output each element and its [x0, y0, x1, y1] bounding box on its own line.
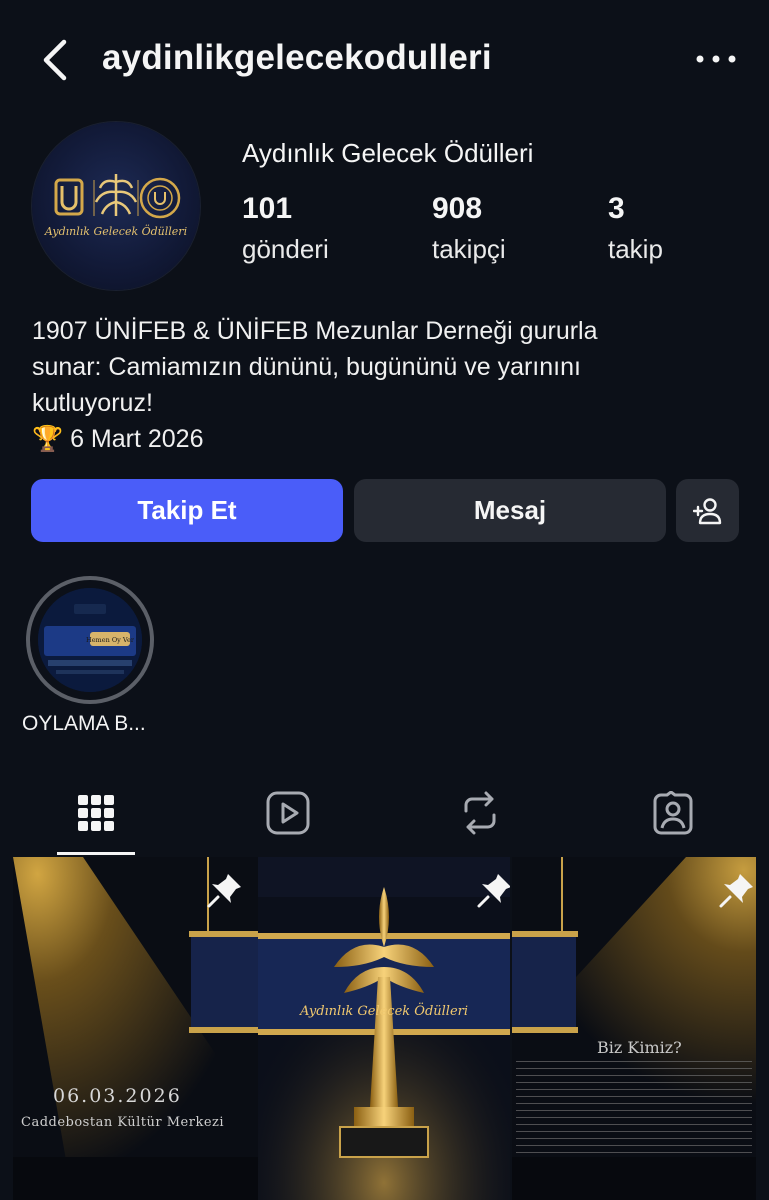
reels-icon [266, 791, 310, 835]
tagged-icon [653, 791, 693, 835]
follow-button[interactable]: Takip Et [31, 479, 343, 542]
avatar-logo: Aydınlık Gelecek Ödülleri [44, 174, 187, 238]
post-body-lines [516, 1055, 752, 1159]
tab-tagged[interactable] [648, 786, 698, 840]
highlight-label: OYLAMA B... [22, 712, 146, 735]
following-label: takip [608, 234, 663, 264]
post-date-text: 06.03.2026 [53, 1085, 182, 1107]
grid-post[interactable]: Biz Kimiz? [512, 857, 756, 1200]
posts-count: 101 [242, 192, 293, 225]
bio-line: 🏆 6 Mart 2026 [32, 425, 204, 453]
add-person-icon [692, 497, 721, 524]
pin-icon [719, 874, 753, 908]
chevron-left-icon[interactable] [38, 38, 78, 82]
grid-icon [78, 795, 114, 831]
top-bar: aydinlikgelecekodulleri [0, 0, 769, 120]
profile-avatar[interactable]: Aydınlık Gelecek Ödülleri [32, 122, 200, 290]
stat-followers[interactable]: 908 takipçi [432, 192, 506, 265]
message-button[interactable]: Mesaj [354, 479, 666, 542]
more-horizontal-icon[interactable] [694, 48, 738, 70]
post-banner-text: Aydınlık Gelecek Ödülleri [299, 1002, 468, 1019]
avatar-caption: Aydınlık Gelecek Ödülleri [44, 224, 187, 238]
stat-posts[interactable]: 101 gönderi [242, 192, 329, 265]
post-image: Aydınlık Gelecek Ödülleri [258, 857, 510, 1200]
bio-line: sunar: Camiamızın dününü, bugününü ve ya… [32, 353, 581, 381]
tab-reels[interactable] [263, 786, 313, 840]
tab-posts-grid[interactable] [71, 786, 121, 840]
profile-display-name: Aydınlık Gelecek Ödülleri [242, 138, 534, 168]
story-highlight[interactable]: Hemen Oy Ver [26, 576, 154, 704]
bio-line: kutluyoruz! [32, 389, 153, 417]
reposts-icon [464, 791, 496, 835]
grid-post[interactable]: Aydınlık Gelecek Ödülleri [258, 857, 510, 1200]
followers-label: takipçi [432, 234, 506, 264]
followers-count: 908 [432, 192, 483, 225]
pin-icon [477, 874, 510, 908]
stat-following[interactable]: 3 takip [608, 192, 663, 265]
post-place-text: Caddebostan Kültür Merkezi [21, 1115, 225, 1130]
profile-username: aydinlikgelecekodulleri [102, 38, 492, 77]
active-tab-indicator [57, 852, 135, 855]
suggest-people-button[interactable] [676, 479, 739, 542]
profile-bio: 1907 ÜNİFEB & ÜNİFEB Mezunlar Derneği gu… [32, 313, 732, 457]
grid-post[interactable]: 06.03.2026 Caddebostan Kültür Merkezi [13, 857, 258, 1200]
highlight-inner-text: Hemen Oy Ver [86, 636, 135, 644]
highlight-thumbnail: Hemen Oy Ver [38, 588, 142, 692]
following-count: 3 [608, 192, 625, 225]
posts-grid: 06.03.2026 Caddebostan Kültür Merkezi Ay… [13, 857, 756, 1200]
bio-line: 1907 ÜNİFEB & ÜNİFEB Mezunlar Derneği gu… [32, 317, 598, 345]
tab-reposts[interactable] [455, 786, 505, 840]
pin-icon [207, 874, 241, 908]
posts-label: gönderi [242, 234, 329, 264]
